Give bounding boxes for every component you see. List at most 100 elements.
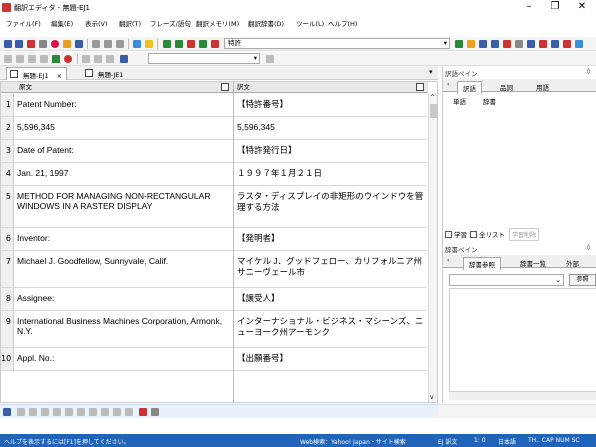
save-icon[interactable]: [75, 40, 83, 48]
copy-icon[interactable]: [104, 40, 112, 48]
up-icon[interactable]: [3, 408, 11, 416]
grid-scrollbar[interactable]: ^ v: [428, 94, 437, 402]
menu-translate[interactable]: 翻訳(T): [119, 18, 141, 28]
table-row[interactable]: 5 METHOD FOR MANAGING NON-RECTANGULAR WIN…: [1, 186, 427, 228]
source-cell[interactable]: Assignee:: [17, 288, 229, 303]
target-cell[interactable]: ラスタ・ディスプレイの非矩形のウインドウを管理する方法: [237, 186, 425, 213]
source-cell[interactable]: Appl. No.:: [17, 348, 229, 363]
field-select[interactable]: 特許 ▾: [224, 38, 450, 49]
settings-icon[interactable]: [575, 40, 583, 48]
target-cell[interactable]: １９９７年１月２１日: [237, 163, 425, 179]
frame-icon[interactable]: [106, 55, 114, 63]
seg-icon-7[interactable]: [89, 408, 97, 416]
tab-dict-list[interactable]: 辞書一覧: [515, 257, 551, 269]
source-cell[interactable]: Date of Patent:: [17, 140, 229, 155]
menu-memory[interactable]: 翻訳メモリ(M): [196, 18, 239, 28]
undo-icon[interactable]: [133, 40, 141, 48]
scroll-down-icon[interactable]: v: [430, 394, 434, 401]
tab-ej1[interactable]: 無題-EJ1 ×: [6, 67, 68, 80]
pane-pin-icon[interactable]: ◊: [587, 68, 590, 75]
seg-icon-10[interactable]: [125, 408, 133, 416]
mark-icon[interactable]: [139, 408, 147, 416]
tab-left-icon[interactable]: ‹: [447, 257, 449, 264]
grid-icon[interactable]: [211, 40, 219, 48]
learn-delete-button[interactable]: 学習削除: [509, 228, 540, 241]
seg-icon-2[interactable]: [29, 408, 37, 416]
source-cell[interactable]: International Business Machines Corporat…: [17, 311, 229, 336]
table-row[interactable]: 3 Date of Patent: 【特許発行日】: [1, 140, 427, 163]
tabs-dropdown-icon[interactable]: ▾: [429, 68, 433, 76]
flag-icon[interactable]: [455, 40, 463, 48]
tab-external[interactable]: 外部: [561, 257, 584, 269]
next-icon[interactable]: [199, 40, 207, 48]
scroll-up-icon[interactable]: ^: [430, 94, 435, 101]
menu-edit[interactable]: 編集(E): [51, 18, 73, 28]
source-cell[interactable]: METHOD FOR MANAGING NON-RECTANGULAR WIND…: [17, 186, 229, 211]
seg-icon-4[interactable]: [53, 408, 61, 416]
tab-dict-ref[interactable]: 辞書参照: [463, 257, 501, 270]
run-translate-icon[interactable]: [163, 40, 171, 48]
target-column-icon[interactable]: [416, 83, 424, 91]
table-row[interactable]: 10 Appl. No.: 【出願番号】: [1, 348, 427, 371]
seg-icon-3[interactable]: [41, 408, 49, 416]
list-icon[interactable]: [94, 55, 102, 63]
table-row[interactable]: 8 Assignee: 【譲受人】: [1, 288, 427, 311]
seg-icon-1[interactable]: [17, 408, 25, 416]
menu-view[interactable]: 表示(V): [85, 18, 108, 28]
stop-load-icon[interactable]: [40, 55, 48, 63]
forward-icon[interactable]: [16, 55, 24, 63]
marker-icon[interactable]: [467, 40, 475, 48]
all-list-checkbox[interactable]: 全リスト: [470, 229, 505, 239]
back-icon[interactable]: [4, 55, 12, 63]
tab-pos[interactable]: 品詞: [495, 81, 518, 93]
ref-button[interactable]: 参照: [569, 274, 596, 286]
tab-je1[interactable]: 無題-JE1: [82, 67, 128, 80]
target-cell[interactable]: 【特許番号】: [237, 94, 425, 110]
cut-icon[interactable]: [92, 40, 100, 48]
seg-icon-6[interactable]: [77, 408, 85, 416]
open-icon[interactable]: [15, 40, 23, 48]
source-cell[interactable]: Jan. 21, 1997: [17, 163, 229, 178]
close-button[interactable]: ✕: [569, 0, 595, 15]
play-disabled-icon[interactable]: [82, 55, 90, 63]
target-cell[interactable]: 【特許発行日】: [237, 140, 425, 156]
source-cell[interactable]: 5,596,345: [17, 117, 229, 132]
translate-icon[interactable]: [27, 40, 35, 48]
source-cell[interactable]: Inventor:: [17, 228, 229, 243]
scroll-thumb[interactable]: [430, 104, 437, 118]
web-icon[interactable]: [266, 55, 274, 63]
hint-icon[interactable]: [145, 40, 153, 48]
pane-pin-icon[interactable]: ◊: [587, 244, 590, 251]
layout-icon[interactable]: [551, 40, 559, 48]
target-cell[interactable]: 【出願番号】: [237, 348, 425, 364]
menu-phrase[interactable]: フレーズ/語句: [150, 18, 191, 28]
translate-all-icon[interactable]: [187, 40, 195, 48]
web-search-status[interactable]: Web検索：Yahoo! Japan・サイト検索: [300, 437, 406, 446]
learn-checkbox[interactable]: 学習: [445, 229, 467, 239]
seg-icon-8[interactable]: [101, 408, 109, 416]
home-icon[interactable]: [52, 55, 60, 63]
refresh-icon[interactable]: [28, 55, 36, 63]
style-icon[interactable]: [120, 55, 128, 63]
table-row[interactable]: 4 Jan. 21, 1997 １９９７年１月２１日: [1, 163, 427, 186]
table-row[interactable]: 7 Michael J. Goodfellow, Sunnyvale, Calif…: [1, 251, 427, 288]
table-row[interactable]: 9 International Business Machines Corpora…: [1, 311, 427, 348]
seg-icon-9[interactable]: [113, 408, 121, 416]
window-icon[interactable]: [479, 40, 487, 48]
menu-file[interactable]: ファイル(F): [6, 18, 41, 28]
dict-hscrollbar[interactable]: [449, 392, 596, 400]
menu-help[interactable]: ヘルプ(H): [328, 18, 357, 28]
tree-icon[interactable]: [563, 40, 571, 48]
new-doc-icon[interactable]: [4, 40, 12, 48]
menu-tools[interactable]: ツール(L): [296, 18, 324, 28]
target-cell[interactable]: 5,596,345: [237, 117, 425, 133]
restore-button[interactable]: ❐: [542, 0, 568, 15]
target-cell[interactable]: 【譲受人】: [237, 288, 425, 304]
source-column-icon[interactable]: [221, 83, 229, 91]
target-cell[interactable]: マイケル J．グッドフェロー、カリフォルニア州サニーヴェール市: [237, 251, 425, 278]
tool-extra-icon[interactable]: [151, 408, 159, 416]
style-select[interactable]: ▾: [148, 53, 260, 64]
panel-icon[interactable]: [527, 40, 535, 48]
mail-icon[interactable]: [503, 40, 511, 48]
close-tab-icon[interactable]: ×: [57, 72, 62, 80]
